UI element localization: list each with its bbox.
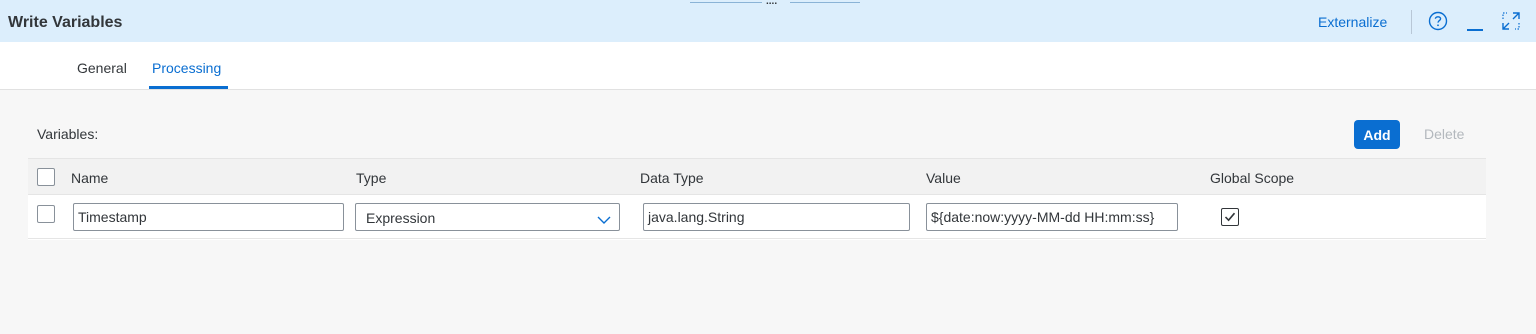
add-button[interactable]: Add (1354, 120, 1400, 149)
help-icon[interactable] (1428, 11, 1448, 36)
chevron-down-icon (597, 212, 611, 228)
dialog-header: .... Write Variables Externalize (0, 0, 1536, 42)
column-header-global-scope[interactable]: Global Scope (1210, 170, 1294, 186)
drag-handle-line-right (790, 2, 860, 3)
row-select-checkbox[interactable] (37, 205, 55, 223)
variable-type-value: Expression (366, 210, 436, 226)
expand-icon[interactable] (1501, 11, 1521, 36)
value-input[interactable]: ${date:now:yyyy-MM-dd HH:mm:ss} (926, 203, 1178, 231)
table-header: Name Type Data Type Value Global Scope (28, 158, 1486, 195)
select-all-checkbox[interactable] (37, 168, 55, 186)
data-type-input[interactable]: java.lang.String (643, 203, 910, 231)
externalize-button[interactable]: Externalize (1318, 14, 1387, 30)
drag-handle-dots: .... (766, 0, 778, 7)
variables-table: Name Type Data Type Value Global Scope T… (28, 158, 1486, 240)
tab-bar: General Processing (0, 42, 1536, 90)
column-header-type[interactable]: Type (356, 170, 386, 186)
tab-processing[interactable]: Processing (152, 60, 221, 76)
delete-button[interactable]: Delete (1424, 126, 1464, 142)
tab-general[interactable]: General (77, 60, 127, 76)
column-header-name[interactable]: Name (71, 170, 108, 186)
drag-handle-line-left (690, 2, 762, 3)
variables-label: Variables: (37, 126, 99, 142)
dialog-title: Write Variables (8, 14, 123, 31)
header-divider (1411, 10, 1412, 34)
variable-name-input[interactable]: Timestamp (73, 203, 344, 231)
minimize-icon[interactable] (1466, 14, 1484, 37)
variable-type-select[interactable]: Expression (355, 203, 620, 231)
drag-handle[interactable]: .... (690, 0, 860, 7)
column-header-data-type[interactable]: Data Type (640, 170, 704, 186)
active-tab-indicator (149, 86, 228, 89)
checkmark-icon (1224, 212, 1236, 222)
table-row: Timestamp Expression java.lang.String ${… (28, 195, 1486, 239)
global-scope-checkbox[interactable] (1221, 208, 1239, 226)
column-header-value[interactable]: Value (926, 170, 961, 186)
